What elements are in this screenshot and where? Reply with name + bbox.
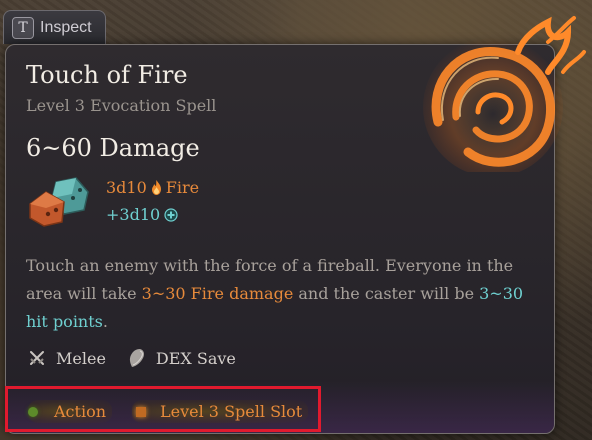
inspect-tab[interactable]: T Inspect xyxy=(3,10,106,44)
bonus-dice: +3d10 xyxy=(106,205,161,224)
inspect-label: Inspect xyxy=(40,18,92,36)
spell-subtitle: Level 3 Evocation Spell xyxy=(26,96,217,115)
trait-label: Melee xyxy=(56,348,106,368)
damage-element: Fire xyxy=(165,178,200,197)
primary-damage: 3d10 Fire xyxy=(106,178,199,197)
trait-dex-save: DEX Save xyxy=(128,348,236,368)
spell-title: Touch of Fire xyxy=(26,61,188,89)
description-text: and the caster will be xyxy=(293,284,480,303)
crossed-swords-icon xyxy=(30,351,44,365)
hit-points-amount: 3~30 xyxy=(479,284,524,303)
cost-highlight-box xyxy=(5,386,321,432)
hotkey-badge: T xyxy=(12,16,34,39)
trait-label: DEX Save xyxy=(155,348,236,368)
trait-melee: Melee xyxy=(28,349,106,368)
bonus-damage: +3d10 xyxy=(106,205,178,224)
healing-icon xyxy=(164,207,178,222)
hit-points-label: hit points xyxy=(26,312,103,331)
fire-damage-icon xyxy=(151,180,161,195)
spell-description: Touch an enemy with the force of a fireb… xyxy=(26,252,546,336)
damage-range: 6~60 Damage xyxy=(26,134,200,162)
fire-damage-amount: 3~30 Fire damage xyxy=(141,284,294,303)
spell-traits: Melee DEX Save xyxy=(28,348,258,368)
description-text: . xyxy=(102,312,108,331)
shield-icon xyxy=(129,349,144,367)
fire-spell-icon xyxy=(423,16,586,172)
primary-dice: 3d10 xyxy=(106,178,147,197)
dice-icon xyxy=(29,177,89,227)
